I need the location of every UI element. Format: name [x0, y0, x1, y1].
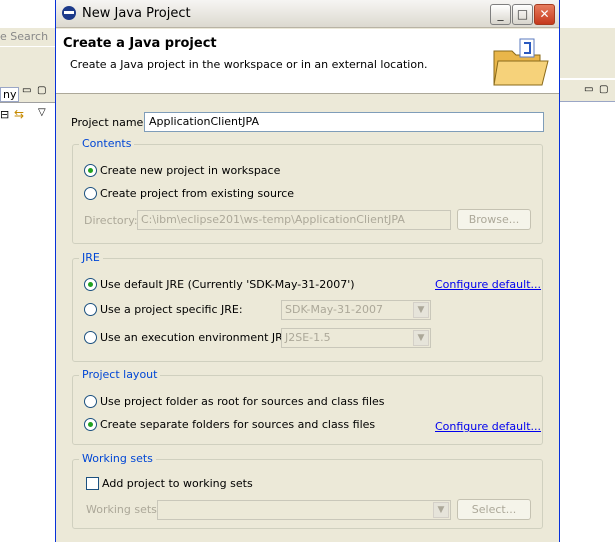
add-to-working-sets-label[interactable]: Add project to working sets — [102, 477, 253, 490]
chevron-down-icon: ▼ — [433, 502, 449, 518]
workbench-maximize-icon[interactable]: ▢ — [37, 85, 46, 96]
add-to-working-sets-checkbox[interactable] — [86, 477, 99, 490]
create-from-existing-label[interactable]: Create project from existing source — [100, 187, 294, 200]
wizard-title: Create a Java project — [63, 36, 217, 51]
default-jre-radio[interactable] — [84, 278, 97, 291]
working-sets-combo[interactable]: ▼ — [157, 500, 451, 520]
jre-group-title: JRE — [79, 251, 103, 264]
project-specific-jre-value: SDK-May-31-2007 — [285, 303, 383, 316]
window-title: New Java Project — [82, 6, 191, 21]
jre-configure-default-link[interactable]: Configure default... — [435, 278, 541, 291]
workbench-left-tabbar: ny ▭ ▢ — [0, 47, 55, 103]
execution-env-value: J2SE-1.5 — [285, 331, 331, 344]
chevron-down-icon: ▼ — [413, 302, 429, 318]
browse-button[interactable]: Browse... — [457, 209, 531, 230]
layout-configure-default-link[interactable]: Configure default... — [435, 420, 541, 433]
title-bar[interactable]: New Java Project _ □ ✕ — [56, 0, 559, 28]
execution-env-jre-label[interactable]: Use an execution environment JRE: — [100, 331, 293, 344]
execution-env-jre-radio[interactable] — [84, 331, 97, 344]
project-root-radio[interactable] — [84, 395, 97, 408]
project-specific-jre-combo[interactable]: SDK-May-31-2007 ▼ — [281, 300, 431, 320]
separate-folders-label[interactable]: Create separate folders for sources and … — [100, 418, 375, 431]
collapse-all-icon[interactable]: ⊟ — [0, 108, 9, 121]
new-java-project-dialog: New Java Project _ □ ✕ Create a Java pro… — [55, 0, 560, 542]
eclipse-icon — [62, 6, 76, 20]
minimize-button[interactable]: _ — [490, 4, 511, 25]
view-menu-icon[interactable]: ▽ — [38, 107, 46, 118]
link-editor-icon[interactable]: ⇆ — [14, 107, 24, 121]
wizard-description: Create a Java project in the workspace o… — [70, 58, 428, 71]
java-project-folder-icon — [493, 38, 549, 86]
wizard-header: Create a Java project Create a Java proj… — [56, 29, 559, 94]
jre-group: JRE Use default JRE (Currently 'SDK-May-… — [72, 251, 543, 362]
project-name-input[interactable]: ApplicationClientJPA — [144, 112, 544, 132]
workbench-left-view-toolbar: ⊟ ⇆ ▽ — [0, 103, 55, 129]
workbench-minimize-icon[interactable]: ▭ — [22, 85, 31, 96]
maximize-button[interactable]: □ — [512, 4, 533, 25]
separate-folders-radio[interactable] — [84, 418, 97, 431]
close-button[interactable]: ✕ — [534, 4, 555, 25]
working-sets-label: Working sets: — [86, 503, 161, 516]
project-specific-jre-radio[interactable] — [84, 303, 97, 316]
create-from-existing-radio[interactable] — [84, 187, 97, 200]
project-name-label: Project name: — [71, 116, 148, 129]
directory-input[interactable]: C:\ibm\eclipse201\ws-temp\ApplicationCli… — [137, 210, 451, 230]
workbench-search-label[interactable]: e Search — [0, 28, 55, 46]
create-new-project-label[interactable]: Create new project in workspace — [100, 164, 280, 177]
working-sets-group: Working sets Add project to working sets… — [72, 452, 543, 529]
workbench-tab-label[interactable]: ny — [0, 87, 20, 102]
project-layout-group-title: Project layout — [79, 368, 161, 381]
contents-group: Contents Create new project in workspace… — [72, 137, 543, 244]
select-working-sets-button[interactable]: Select... — [457, 499, 531, 520]
project-root-label[interactable]: Use project folder as root for sources a… — [100, 395, 385, 408]
workbench-right-tabbar: ▭ ▢ — [560, 80, 615, 102]
workbench-right-minimize-icon[interactable]: ▭ — [584, 84, 593, 95]
chevron-down-icon: ▼ — [413, 330, 429, 346]
create-new-project-radio[interactable] — [84, 164, 97, 177]
contents-group-title: Contents — [79, 137, 135, 150]
working-sets-group-title: Working sets — [79, 452, 156, 465]
project-layout-group: Project layout Use project folder as roo… — [72, 368, 543, 445]
workbench-right-maximize-icon[interactable]: ▢ — [599, 84, 608, 95]
workbench-right-toolbar — [560, 28, 615, 78]
execution-env-combo[interactable]: J2SE-1.5 ▼ — [281, 328, 431, 348]
default-jre-label[interactable]: Use default JRE (Currently 'SDK-May-31-2… — [100, 278, 355, 291]
directory-label: Directory: — [84, 214, 138, 227]
project-specific-jre-label[interactable]: Use a project specific JRE: — [100, 303, 243, 316]
